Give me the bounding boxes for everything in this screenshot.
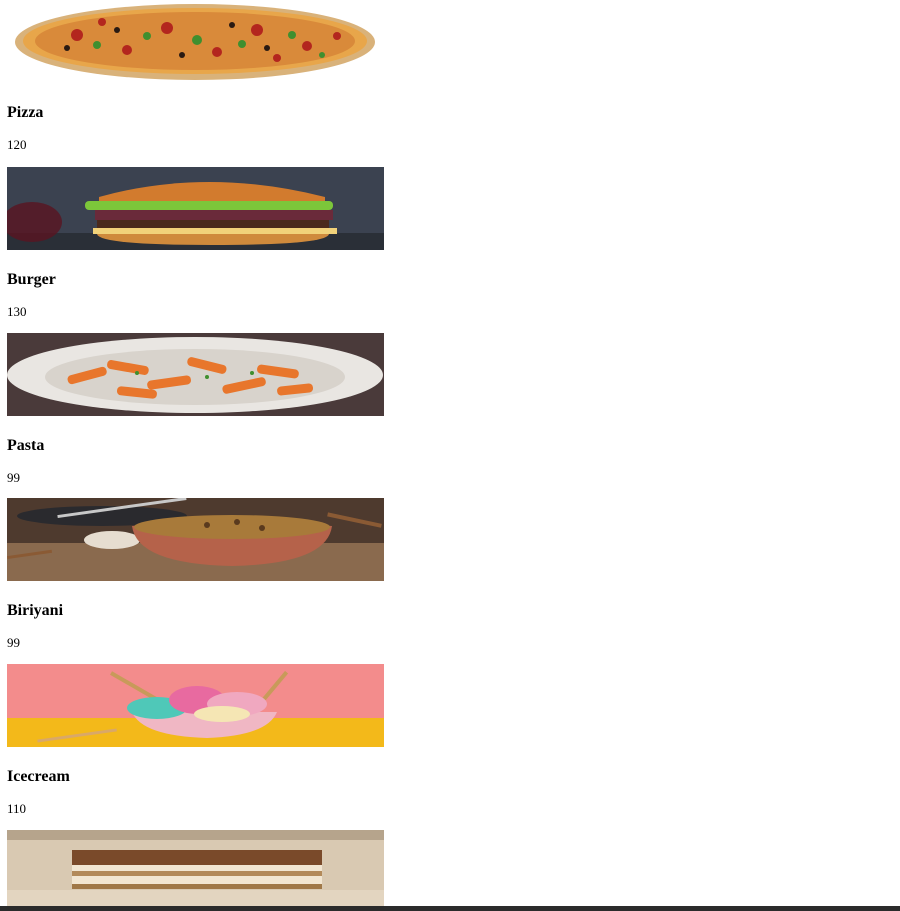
- bottom-scroll-bar: [0, 906, 900, 911]
- biriyani-image: [7, 498, 384, 581]
- pasta-image: [7, 333, 384, 416]
- icecream-image: [7, 664, 384, 747]
- pizza-image: [7, 0, 384, 83]
- item-name: Icecream: [7, 768, 70, 785]
- food-menu-page: Pizza 120 Burger 130 Pasta 99 Biriyani 9…: [0, 0, 900, 911]
- item-name: Pasta: [7, 437, 45, 454]
- item-name: Burger: [7, 271, 56, 288]
- tiramisu-image: [7, 830, 384, 906]
- item-price: 99: [7, 470, 20, 485]
- item-price: 120: [7, 137, 27, 152]
- item-price: 130: [7, 304, 27, 319]
- item-price: 110: [7, 801, 27, 816]
- burger-image: [7, 167, 384, 250]
- item-price: 99: [7, 635, 20, 650]
- item-name: Pizza: [7, 104, 44, 121]
- item-name: Biriyani: [7, 602, 64, 619]
